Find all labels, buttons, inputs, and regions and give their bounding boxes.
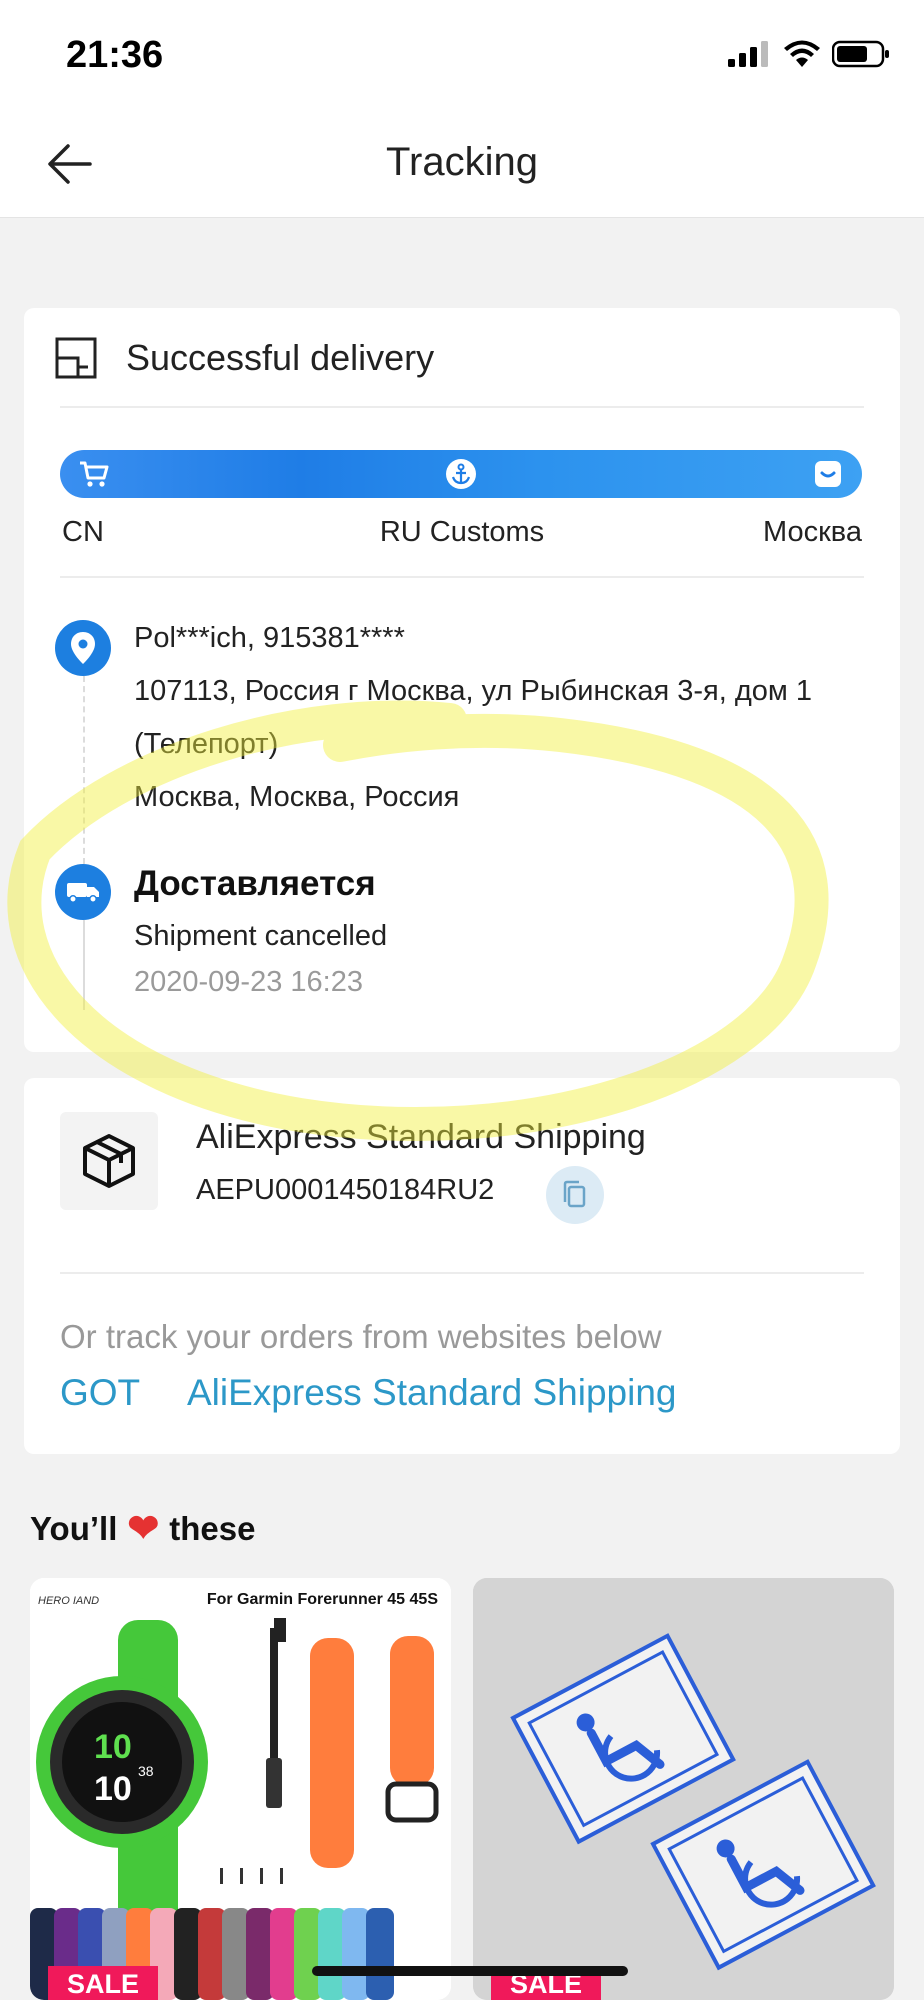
got-tracking-link[interactable]: GOT: [60, 1372, 140, 1414]
product-caption: For Garmin Forerunner 45 45S: [207, 1591, 439, 1608]
status-icons: [728, 40, 890, 68]
recipient-info: Pol***ich, 915381****: [134, 622, 405, 654]
timeline-connector: [83, 676, 85, 864]
delivery-card: Successful delivery CN RU Customs Москва: [24, 308, 900, 1052]
copy-icon: [563, 1180, 586, 1208]
nav-bar: Tracking: [0, 110, 924, 218]
tracking-number: AEPU0001450184RU2: [196, 1174, 495, 1206]
carrier-tracking-link[interactable]: AliExpress Standard Shipping: [187, 1372, 677, 1414]
status-time: 21:36: [66, 34, 164, 76]
address-line: Москва, Москва, Россия: [134, 781, 460, 813]
delivery-status-header: Successful delivery: [54, 336, 434, 380]
divider: [60, 406, 864, 408]
product-image: [473, 1578, 894, 2000]
signal-icon: [728, 41, 768, 67]
wifi-icon: [784, 40, 820, 67]
delivery-progress-bar: [60, 450, 862, 498]
package-icon: [60, 1112, 158, 1210]
delivery-status-text: Successful delivery: [126, 337, 435, 378]
tracking-event-time: 2020-09-23 16:23: [134, 966, 363, 998]
product-brand: HERO IAND: [38, 1595, 99, 1607]
heading-text-before: You’ll: [30, 1509, 118, 1547]
tracking-event-description: Shipment cancelled: [134, 920, 388, 952]
product-card[interactable]: HERO IAND For Garmin Forerunner 45 45S 1…: [30, 1578, 451, 2000]
recommendations-heading: You’ll ❤ these: [30, 1506, 255, 1551]
parcel-box-icon: [55, 337, 97, 379]
anchor-icon: [445, 458, 477, 490]
watch-digits-top: 10: [94, 1728, 132, 1766]
stage-destination: Москва: [762, 516, 862, 548]
status-bar: 21:36: [0, 0, 924, 110]
page-title: Tracking: [386, 140, 538, 184]
product-card[interactable]: SALE: [473, 1578, 894, 2000]
heart-icon: ❤: [127, 1508, 160, 1550]
truck-icon: [55, 864, 111, 920]
cart-icon: [78, 458, 110, 490]
address-line: (Телепорт): [134, 728, 279, 760]
battery-icon: [832, 40, 889, 68]
product-image: HERO IAND For Garmin Forerunner 45 45S 1…: [30, 1578, 451, 2000]
divider: [60, 1272, 864, 1274]
watch-digits-bottom: 10: [94, 1770, 132, 1808]
home-indicator: [312, 1966, 628, 1976]
heading-text-after: these: [169, 1509, 256, 1547]
sale-badge: SALE: [48, 1966, 158, 2000]
watch-digits-side: 38: [138, 1763, 154, 1779]
timeline-connector: [83, 920, 85, 1010]
carrier-name: AliExpress Standard Shipping: [196, 1118, 646, 1156]
copy-button[interactable]: [546, 1166, 604, 1224]
shipping-card: AliExpress Standard Shipping AEPU0001450…: [24, 1078, 900, 1454]
alt-tracking-prompt: Or track your orders from websites below: [60, 1318, 662, 1355]
destination-house-icon: [812, 458, 844, 490]
address-line: 107113, Россия г Москва, ул Рыбинская 3-…: [134, 675, 812, 707]
location-pin-icon: [55, 620, 111, 676]
divider: [60, 576, 864, 578]
tracking-event-title: Доставляется: [134, 864, 376, 903]
